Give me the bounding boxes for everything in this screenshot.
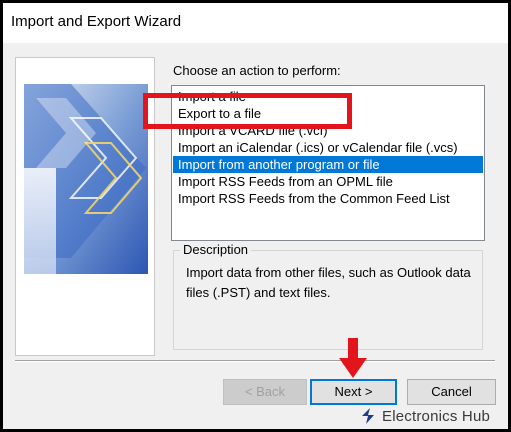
electronics-hub-logo-icon (362, 408, 374, 424)
watermark-text: Electronics Hub (382, 407, 491, 425)
next-button[interactable]: Next > (310, 379, 397, 405)
wizard-graphic (15, 57, 155, 356)
description-group: Description Import data from other files… (173, 242, 483, 350)
back-button[interactable]: < Back (223, 379, 307, 405)
export-highlight-annotation (143, 93, 352, 129)
red-down-arrow-icon (339, 338, 367, 378)
action-import-icalendar[interactable]: Import an iCalendar (.ics) or vCalendar … (173, 139, 483, 156)
action-import-rss-common-feed[interactable]: Import RSS Feeds from the Common Feed Li… (173, 190, 483, 207)
action-prompt: Choose an action to perform: (173, 63, 341, 78)
import-export-dialog: Import and Export Wizard Choose an actio… (3, 3, 508, 429)
cancel-button[interactable]: Cancel (407, 379, 496, 405)
separator-line (15, 360, 495, 362)
action-import-from-program[interactable]: Import from another program or file (173, 156, 483, 173)
action-import-rss-opml[interactable]: Import RSS Feeds from an OPML file (173, 173, 483, 190)
description-text: Import data from other files, such as Ou… (186, 265, 471, 300)
watermark: Electronics Hub (358, 405, 490, 427)
title-bar: Import and Export Wizard (3, 3, 508, 43)
window-title: Import and Export Wizard (11, 13, 182, 30)
description-legend: Description (180, 242, 252, 257)
